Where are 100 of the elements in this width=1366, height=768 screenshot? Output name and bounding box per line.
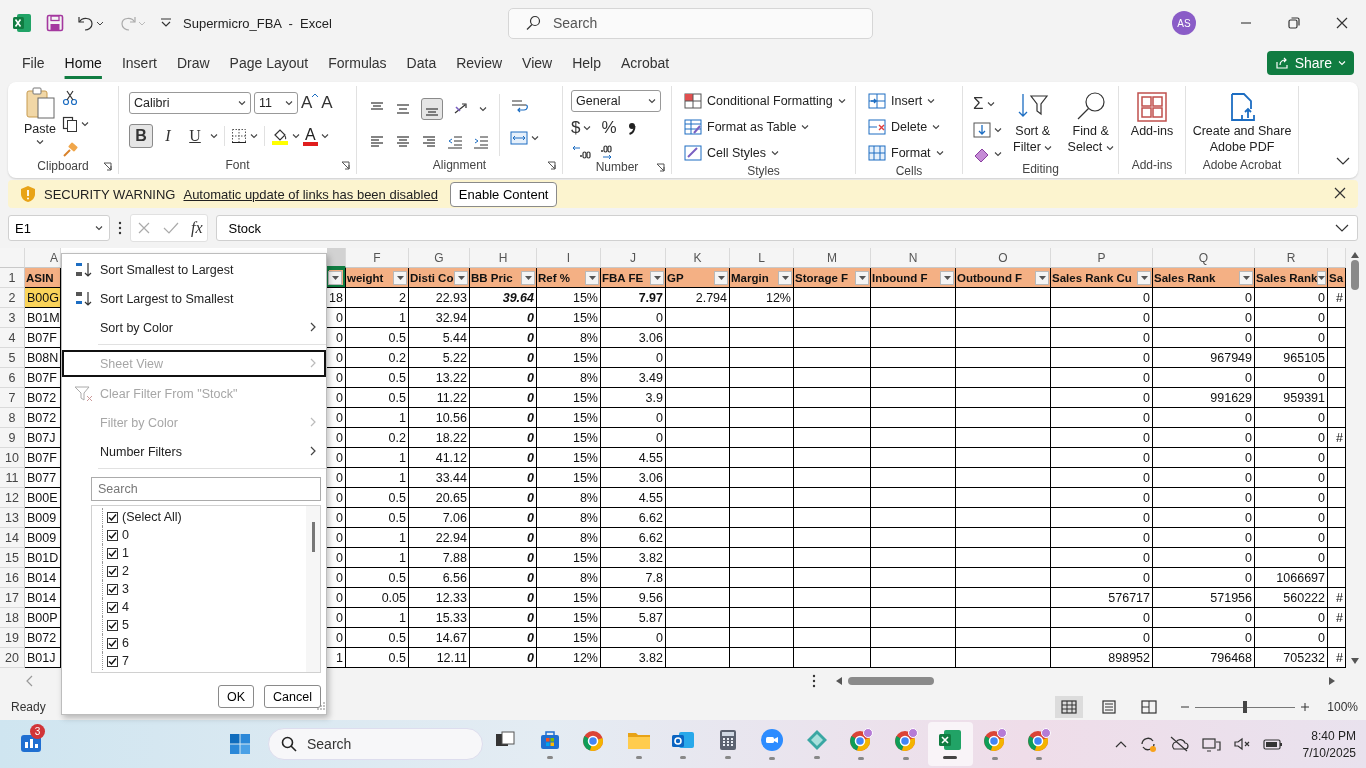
shrink-font-button[interactable]: A <box>321 93 333 113</box>
close-icon[interactable] <box>1336 17 1348 29</box>
restore-icon[interactable] <box>1288 17 1300 29</box>
checkbox-label[interactable]: 4 <box>122 600 129 614</box>
filter-dropdown[interactable] <box>585 270 599 285</box>
speaker-muted-icon[interactable] <box>1232 736 1251 752</box>
currency-button[interactable]: $ <box>571 118 581 138</box>
clock[interactable]: 8:40 PM 7/10/2025 <box>1302 728 1356 760</box>
increase-decimal-icon[interactable] <box>571 144 591 160</box>
increase-indent-icon[interactable] <box>473 134 489 150</box>
filter-dropdown[interactable] <box>1317 270 1327 285</box>
find-select-button[interactable]: Find & Select <box>1063 90 1118 162</box>
ribbon-tab[interactable]: Review <box>446 48 513 78</box>
browser-profile-icon[interactable] <box>982 728 1007 752</box>
user-avatar[interactable]: AS <box>1172 11 1196 35</box>
grow-font-button[interactable]: A <box>301 93 319 113</box>
filter-dropdown[interactable] <box>521 270 535 285</box>
browser-profile-icon[interactable] <box>893 728 918 752</box>
autosum-button[interactable]: Σ <box>973 94 984 114</box>
column-header[interactable]: M <box>794 248 871 268</box>
font-color-button[interactable]: A <box>303 126 318 146</box>
start-icon[interactable] <box>229 733 251 755</box>
scroll-left-icon[interactable] <box>836 677 842 685</box>
zoom-out-icon[interactable] <box>1181 703 1190 711</box>
scroll-thumb[interactable] <box>311 522 315 552</box>
filter-dropdown[interactable] <box>1239 270 1253 285</box>
italic-button[interactable]: I <box>156 124 180 148</box>
checkbox-label[interactable]: 2 <box>122 564 129 578</box>
checkbox[interactable] <box>107 547 118 559</box>
bold-button[interactable]: B <box>129 124 153 148</box>
fill-down-icon[interactable] <box>973 122 991 138</box>
checkbox-label[interactable]: (Select All) <box>122 510 182 524</box>
column-header[interactable]: R <box>1255 248 1328 268</box>
enable-content-button[interactable]: Enable Content <box>449 181 558 207</box>
checkbox-label[interactable]: 6 <box>122 636 129 650</box>
filter-dropdown[interactable] <box>855 270 869 285</box>
dialog-launcher-icon[interactable] <box>547 160 556 170</box>
filter-dropdown[interactable] <box>650 270 664 285</box>
filter-dropdown[interactable] <box>328 270 342 285</box>
underline-button[interactable]: U <box>183 124 207 148</box>
align-left-icon[interactable] <box>369 134 385 150</box>
ribbon-menu-button[interactable]: Format as Table <box>684 116 855 138</box>
more-options-icon[interactable] <box>812 674 816 688</box>
filter-dropdown[interactable] <box>714 270 728 285</box>
network-icon[interactable] <box>1200 736 1221 752</box>
cloud-off-icon[interactable] <box>1168 736 1189 752</box>
filter-dropdown[interactable] <box>1035 270 1049 285</box>
dialog-launcher-icon[interactable] <box>103 161 112 171</box>
scissors-icon[interactable] <box>62 90 78 106</box>
font-name-field[interactable]: Calibri <box>129 92 251 114</box>
column-header[interactable] <box>327 248 346 268</box>
checkbox[interactable] <box>107 511 118 523</box>
checkbox-label[interactable]: 1 <box>122 546 129 560</box>
column-header[interactable]: H <box>470 248 537 268</box>
view-button[interactable] <box>1055 696 1084 718</box>
ribbon-menu-button[interactable]: Format <box>868 142 962 164</box>
scroll-right-icon[interactable] <box>1329 677 1335 685</box>
chevron-up-icon[interactable] <box>1114 740 1127 748</box>
customize-icon[interactable] <box>160 17 172 29</box>
merge-center-icon[interactable] <box>510 130 528 146</box>
checkbox-label[interactable]: 5 <box>122 618 129 632</box>
ribbon-tab[interactable]: Insert <box>111 48 167 78</box>
ribbon-tab[interactable]: Acrobat <box>610 48 680 78</box>
column-header[interactable]: I <box>537 248 601 268</box>
column-header[interactable]: F <box>346 248 409 268</box>
share-button[interactable]: Share <box>1266 51 1354 75</box>
number-format-field[interactable]: General <box>571 90 661 112</box>
zoom-in-icon[interactable] <box>1301 703 1310 711</box>
calculator-icon[interactable] <box>717 729 738 751</box>
name-box[interactable]: E1 <box>8 215 110 241</box>
more-options-icon[interactable] <box>118 221 122 235</box>
column-header[interactable]: G <box>409 248 470 268</box>
checkbox-label[interactable]: 0 <box>122 528 129 542</box>
warning-link[interactable]: Automatic update of links has been disabled <box>183 186 438 202</box>
search-field[interactable]: Search <box>91 477 321 501</box>
create-pdf-button[interactable]: Create and Share Adobe PDF <box>1192 92 1292 156</box>
browser-profile-icon[interactable] <box>849 728 874 752</box>
fill-color-icon[interactable] <box>271 127 289 145</box>
scroll-up-icon[interactable] <box>1351 252 1359 258</box>
checkbox[interactable] <box>107 583 118 595</box>
checkbox[interactable] <box>107 529 118 541</box>
store-icon[interactable] <box>538 729 561 751</box>
column-header[interactable]: J <box>601 248 666 268</box>
align-center-icon[interactable] <box>395 134 411 150</box>
video-meeting-icon[interactable] <box>760 728 785 752</box>
ribbon-menu-button[interactable]: Cell Styles <box>684 142 855 164</box>
dialog-button[interactable]: Cancel <box>264 685 321 708</box>
dialog-launcher-icon[interactable] <box>656 162 665 172</box>
menu-item[interactable]: Sort by Color <box>62 313 326 342</box>
ribbon-tab[interactable]: Formulas <box>318 48 397 78</box>
ribbon-tab[interactable]: Help <box>562 48 611 78</box>
column-header[interactable]: K <box>666 248 730 268</box>
battery-icon[interactable] <box>1262 737 1283 751</box>
slider-thumb[interactable] <box>1243 701 1248 713</box>
filter-dropdown[interactable] <box>1137 270 1151 285</box>
font-size-field[interactable]: 11 <box>254 92 298 114</box>
menu-item[interactable]: Number Filters <box>62 437 326 466</box>
column-header[interactable]: N <box>871 248 956 268</box>
search-field[interactable]: Search <box>508 7 873 39</box>
ribbon-tab[interactable]: Draw <box>166 48 220 78</box>
